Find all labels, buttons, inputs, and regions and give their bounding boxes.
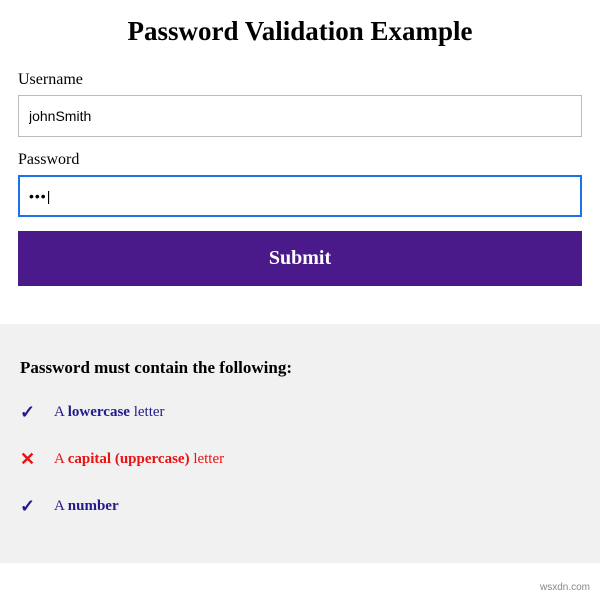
check-icon: ✓ <box>20 496 54 517</box>
cross-icon: ✕ <box>20 449 54 470</box>
submit-button[interactable]: Submit <box>18 231 582 286</box>
username-input[interactable] <box>18 95 582 137</box>
rule-prefix: A <box>54 451 68 467</box>
rule-emphasis: capital (uppercase) <box>68 451 190 467</box>
page-title: Password Validation Example <box>18 16 582 47</box>
password-rules-panel: Password must contain the following: ✓ A… <box>0 324 600 563</box>
rules-heading: Password must contain the following: <box>20 358 580 378</box>
rule-text: A capital (uppercase) letter <box>54 451 224 468</box>
password-label: Password <box>18 151 582 169</box>
rule-lowercase: ✓ A lowercase letter <box>20 402 580 423</box>
username-label: Username <box>18 71 582 89</box>
rule-emphasis: number <box>68 498 119 514</box>
rule-prefix: A <box>54 404 68 420</box>
rule-uppercase: ✕ A capital (uppercase) letter <box>20 449 580 470</box>
rule-suffix: letter <box>130 404 165 420</box>
password-input[interactable]: •••| <box>18 175 582 217</box>
rule-text: A lowercase letter <box>54 404 165 421</box>
rule-suffix: letter <box>190 451 225 467</box>
watermark-text: wsxdn.com <box>540 582 590 593</box>
rule-emphasis: lowercase <box>68 404 130 420</box>
check-icon: ✓ <box>20 402 54 423</box>
password-value: ••• <box>29 188 47 204</box>
rule-prefix: A <box>54 498 68 514</box>
rule-text: A number <box>54 498 119 515</box>
text-caret: | <box>47 188 52 204</box>
rule-number: ✓ A number <box>20 496 580 517</box>
